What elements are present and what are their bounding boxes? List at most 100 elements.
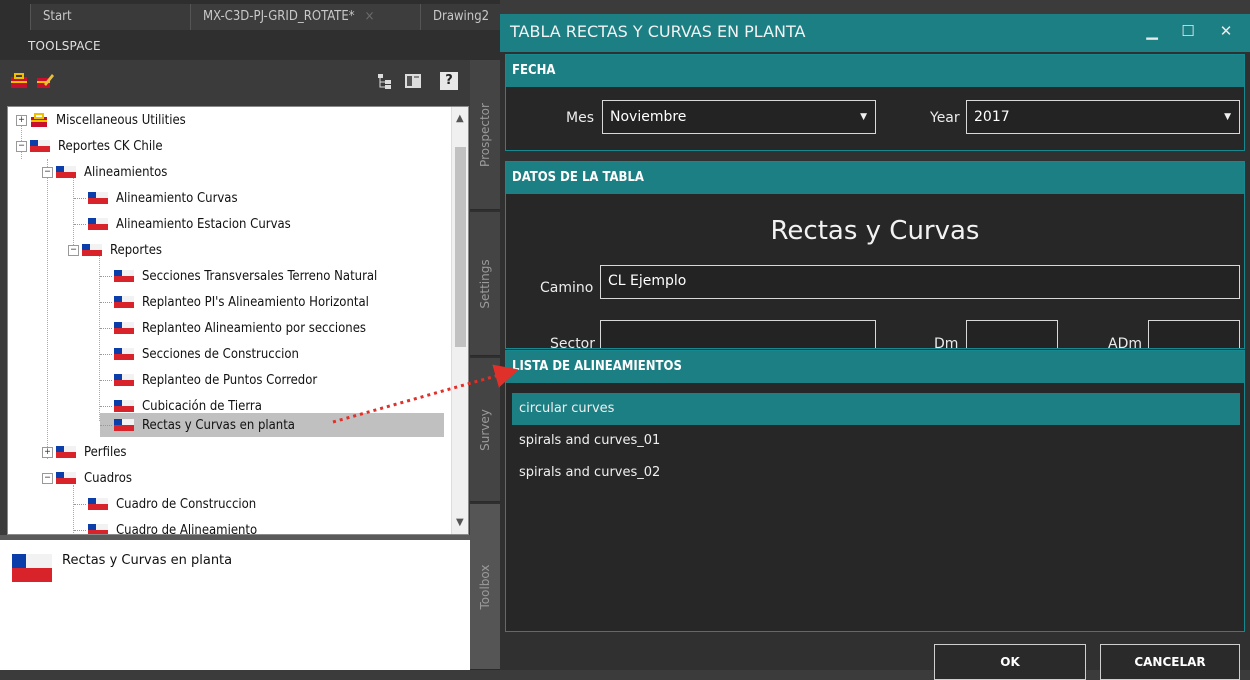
tree-node-alineamiento-curvas[interactable]: Alineamiento Curvas <box>74 185 238 211</box>
dialog-title: TABLA RECTAS Y CURVAS EN PLANTA <box>510 22 806 41</box>
tree-scrollbar[interactable]: ▲ ▼ <box>451 107 468 534</box>
expand-icon[interactable]: + <box>16 114 27 126</box>
tree-node-alineamiento-estacion-curvas[interactable]: Alineamiento Estacion Curvas <box>74 211 291 237</box>
dm-input[interactable] <box>966 320 1058 348</box>
toolspace-toolbar: ? <box>0 60 470 106</box>
list-item[interactable]: circular curves <box>512 393 1240 425</box>
tree-label: Reportes <box>110 242 162 258</box>
sector-input[interactable] <box>600 320 876 348</box>
chile-flag-icon <box>56 472 76 484</box>
table-title: Rectas y Curvas <box>770 216 980 246</box>
dm-label: Dm <box>934 336 959 349</box>
tree-label: Cuadro de Alineamiento <box>116 522 258 535</box>
tree-node-perfiles[interactable]: + Perfiles <box>42 439 127 465</box>
side-tab-survey[interactable]: Survey <box>470 358 500 502</box>
collapse-icon[interactable]: − <box>42 166 53 178</box>
tab-start[interactable]: Start <box>30 4 190 30</box>
tree-node-reportes-ck-chile[interactable]: − Reportes CK Chile <box>16 133 163 159</box>
chile-flag-icon <box>114 270 134 282</box>
tree-node-misc-utilities[interactable]: + Miscellaneous Utilities <box>16 107 186 133</box>
collapse-icon[interactable]: − <box>68 244 79 256</box>
lista-header: LISTA DE ALINEAMIENTOS <box>506 351 1244 383</box>
tab-close-icon[interactable]: × <box>365 9 375 24</box>
year-select[interactable]: 2017 ▼ <box>966 100 1240 134</box>
scroll-up-icon[interactable]: ▲ <box>456 113 464 124</box>
chile-flag-icon <box>114 296 134 308</box>
edit-toolbox-icon[interactable] <box>36 72 54 90</box>
rectas-curvas-dialog: TABLA RECTAS Y CURVAS EN PLANTA ▁ ☐ ✕ FE… <box>500 14 1250 680</box>
tree-view-icon[interactable] <box>376 72 394 90</box>
chile-flag-icon <box>114 322 134 334</box>
chile-flag-icon <box>88 524 108 534</box>
chile-flag-icon <box>56 446 76 458</box>
camino-input[interactable]: CL Ejemplo <box>600 265 1240 299</box>
item-description-panel: Rectas y Curvas en planta <box>0 540 470 670</box>
adm-input[interactable] <box>1148 320 1240 348</box>
side-tab-toolbox[interactable]: Toolbox <box>470 504 500 670</box>
toolspace-side-tabs: Prospector Settings Survey Toolbox <box>470 60 500 670</box>
fecha-section: FECHA Mes Noviembre ▼ Year 2017 ▼ <box>505 54 1245 151</box>
fecha-header: FECHA <box>506 55 1244 87</box>
toolbox-icon[interactable] <box>10 72 28 90</box>
tree-node-rectas-curvas-planta[interactable]: Rectas y Curvas en planta <box>100 413 444 437</box>
side-tab-prospector[interactable]: Prospector <box>470 60 500 210</box>
tree-node-replanteo-puntos-corredor[interactable]: Replanteo de Puntos Corredor <box>100 367 317 393</box>
sector-label: Sector <box>550 336 596 349</box>
chile-flag-icon <box>114 348 134 360</box>
chile-flag-icon <box>114 374 134 386</box>
chile-flag-icon <box>88 498 108 510</box>
list-item[interactable]: spirals and curves_01 <box>512 425 1240 457</box>
scroll-thumb[interactable] <box>455 147 466 347</box>
cancel-button[interactable]: CANCELAR <box>1100 644 1240 680</box>
tree-label: Cubicación de Tierra <box>142 398 262 414</box>
maximize-icon[interactable]: ☐ <box>1178 22 1198 40</box>
side-tab-label: Survey <box>478 408 492 451</box>
datos-section: DATOS DE LA TABLA Rectas y Curvas Camino… <box>505 161 1245 349</box>
tab-drawing2[interactable]: Drawing2 <box>420 4 500 30</box>
tree-node-cuadros[interactable]: − Cuadros <box>42 465 132 491</box>
tree-label: Alineamiento Curvas <box>116 190 238 206</box>
tree-label: Replanteo PI's Alineamiento Horizontal <box>142 294 369 310</box>
dialog-footer: OK CANCELAR <box>500 634 1250 680</box>
tree-node-reportes[interactable]: − Reportes <box>68 237 162 263</box>
chile-flag-icon <box>88 218 108 230</box>
collapse-icon[interactable]: − <box>42 472 53 484</box>
toolspace-title: TOOLSPACE <box>0 30 500 60</box>
expand-icon[interactable]: + <box>42 446 53 458</box>
tree-node-alineamientos[interactable]: − Alineamientos <box>42 159 167 185</box>
collapse-icon[interactable]: − <box>16 140 27 152</box>
ok-button[interactable]: OK <box>934 644 1086 680</box>
close-icon[interactable]: ✕ <box>1216 22 1236 40</box>
tree-node-secciones-construccion[interactable]: Secciones de Construccion <box>100 341 299 367</box>
chile-flag-icon <box>56 166 76 178</box>
chevron-down-icon: ▼ <box>860 112 867 122</box>
chile-flag-large-icon <box>12 554 52 582</box>
side-tab-settings[interactable]: Settings <box>470 212 500 356</box>
tree-node-replanteo-pis[interactable]: Replanteo PI's Alineamiento Horizontal <box>100 289 369 315</box>
adm-label: ADm <box>1108 336 1142 349</box>
datos-header: DATOS DE LA TABLA <box>506 162 1244 194</box>
item-description-text: Rectas y Curvas en planta <box>62 553 233 568</box>
tab-drawing-main-label: MX-C3D-PJ-GRID_ROTATE* <box>203 9 355 24</box>
help-icon[interactable]: ? <box>440 72 458 90</box>
dialog-title-bar[interactable]: TABLA RECTAS Y CURVAS EN PLANTA ▁ ☐ ✕ <box>500 14 1250 52</box>
side-tab-label: Toolbox <box>478 564 492 609</box>
tree-label: Cuadro de Construccion <box>116 496 257 512</box>
tree-label: Rectas y Curvas en planta <box>142 417 295 433</box>
tree-label: Secciones de Construccion <box>142 346 299 362</box>
scroll-down-icon[interactable]: ▼ <box>456 517 464 528</box>
mes-select[interactable]: Noviembre ▼ <box>602 100 876 134</box>
list-view-icon[interactable] <box>404 72 422 90</box>
tree-node-cuadro-alineamiento[interactable]: Cuadro de Alineamiento <box>74 517 258 535</box>
lista-section: LISTA DE ALINEAMIENTOS circular curves s… <box>505 350 1245 632</box>
chile-flag-icon <box>30 140 50 152</box>
minimize-icon[interactable]: ▁ <box>1142 22 1162 40</box>
tab-drawing2-label: Drawing2 <box>433 9 490 24</box>
tree-node-secciones-transversales[interactable]: Secciones Transversales Terreno Natural <box>100 263 377 289</box>
tree-node-cuadro-construccion[interactable]: Cuadro de Construccion <box>74 491 256 517</box>
list-item[interactable]: spirals and curves_02 <box>512 457 1240 489</box>
tab-drawing-main[interactable]: MX-C3D-PJ-GRID_ROTATE* × <box>190 4 420 30</box>
tree-node-replanteo-alineamiento-secciones[interactable]: Replanteo Alineamiento por secciones <box>100 315 366 341</box>
tree-label: Secciones Transversales Terreno Natural <box>142 268 378 284</box>
year-label: Year <box>930 110 960 126</box>
